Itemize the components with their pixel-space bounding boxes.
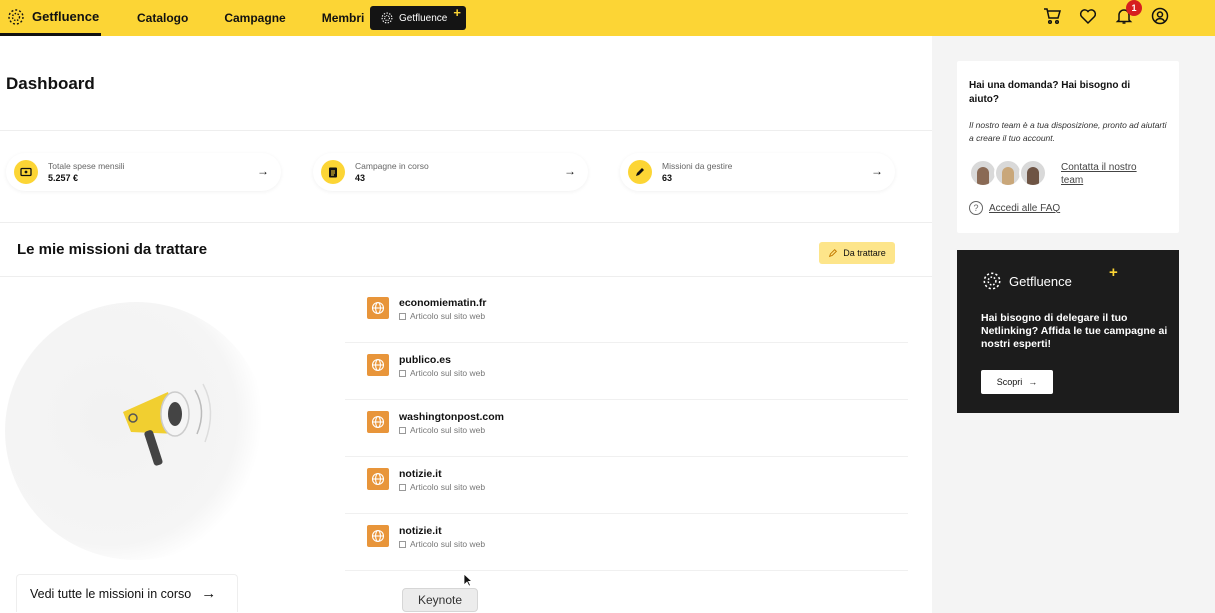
brand-name: Getfluence [32,9,100,24]
stat-value: 5.257 € [48,173,79,183]
article-icon [399,312,406,320]
avatar [1019,159,1047,187]
section-title: Le mie missioni da trattare [17,241,208,258]
main-content: Dashboard Totale spese mensili 5.257 € →… [0,36,932,613]
contact-team-link[interactable]: Contatta il nostro team [1061,161,1161,187]
money-icon [14,160,38,184]
mission-row[interactable]: publico.es Articolo sul sito web [345,344,908,400]
plus-symbol: + [453,5,461,20]
pencil-icon [829,248,838,258]
mission-type: Articolo sul sito web [410,482,486,492]
help-card: Hai una domanda? Hai bisogno di aiuto? I… [957,61,1179,233]
top-navbar: Getfluence Catalogo Campagne Membri Getf… [0,0,1215,36]
stat-value: 43 [355,173,366,183]
globe-icon [367,468,389,490]
mission-domain: notizie.it [399,525,442,537]
mouse-cursor-icon [463,573,473,587]
promo-plus-symbol: + [1109,264,1118,281]
stat-label: Missioni da gestire [662,161,733,171]
mission-type: Articolo sul sito web [410,539,486,549]
stat-label: Totale spese mensili [48,161,125,171]
megaphone-illustration [5,302,267,560]
team-avatars [969,159,1047,187]
right-sidebar: Hai una domanda? Hai bisogno di aiuto? I… [932,36,1215,613]
filter-label: Da trattare [843,248,886,258]
mission-row[interactable]: notizie.it Articolo sul sito web [345,458,908,514]
arrow-right-icon: → [564,164,576,178]
mission-row[interactable]: economiematin.fr Articolo sul sito web [345,287,908,343]
mission-type: Articolo sul sito web [410,425,486,435]
mission-domain: notizie.it [399,468,442,480]
article-icon [399,426,406,434]
faq-label: Accedi alle FAQ [989,202,1061,214]
mission-domain: washingtonpost.com [399,411,504,423]
question-icon: ? [969,201,983,215]
bell-icon[interactable]: 1 [1115,0,1142,25]
getfluence-logo-icon [8,8,24,25]
nav-catalogo[interactable]: Catalogo [137,11,188,25]
mission-row[interactable]: notizie.it Articolo sul sito web [345,515,908,571]
brand-logo[interactable]: Getfluence [0,0,101,36]
page-title: Dashboard [6,74,95,93]
stat-card-active-campaigns[interactable]: Campagne in corso 43 → [313,153,588,191]
globe-icon [367,525,389,547]
promo-brand-name: Getfluence [1009,273,1072,289]
globe-icon [367,354,389,376]
globe-icon [367,297,389,319]
discover-label: Scopri [996,377,1023,387]
help-title: Hai una domanda? Hai bisogno di aiuto? [969,80,1131,105]
article-icon [399,369,406,377]
avatar [994,159,1022,187]
notification-badge: 1 [1126,0,1142,16]
nav-campagne[interactable]: Campagne [224,11,285,25]
faq-link[interactable]: ? Accedi alle FAQ [969,201,1060,215]
stat-card-monthly-spend[interactable]: Totale spese mensili 5.257 € → [6,153,281,191]
getfluence-logo-icon [381,12,393,24]
arrow-right-icon: → [1028,377,1038,387]
promo-text: Hai bisogno di delegare il tuo Netlinkin… [981,312,1168,350]
article-icon [399,483,406,491]
clipboard-icon [321,160,345,184]
arrow-right-icon: → [257,164,269,178]
pencil-icon [628,160,652,184]
divider [0,222,932,223]
globe-icon [367,411,389,433]
mission-domain: publico.es [399,354,451,366]
mission-type: Articolo sul sito web [410,311,486,321]
getfluence-plus-button[interactable]: Getfluence + [370,5,466,30]
divider [0,130,932,131]
heart-icon[interactable] [1079,7,1097,25]
filter-to-handle-badge[interactable]: Da trattare [819,242,895,264]
discover-button[interactable]: Scopri → [981,370,1053,394]
mission-domain: economiematin.fr [399,297,487,309]
help-text: Il nostro team è a tua disposizione, pro… [969,120,1167,143]
nav-membri[interactable]: Membri [322,11,365,25]
stat-value: 63 [662,173,673,183]
stat-card-missions-to-manage[interactable]: Missioni da gestire 63 → [620,153,895,191]
stat-label: Campagne in corso [355,161,429,171]
see-all-missions-button[interactable]: Vedi tutte le missioni in corso → [16,574,238,612]
plus-button-label: Getfluence [399,12,448,24]
article-icon [399,540,406,548]
megaphone-icon [123,383,212,466]
divider [0,276,932,277]
mission-row[interactable]: washingtonpost.com Articolo sul sito web [345,401,908,457]
arrow-right-icon: → [201,585,217,602]
keynote-tooltip: Keynote [402,588,478,612]
avatar [969,159,997,187]
mission-type: Articolo sul sito web [410,368,486,378]
cart-icon[interactable] [1043,7,1061,25]
getfluence-plus-promo: Getfluence + Hai bisogno di delegare il … [957,250,1179,413]
see-all-label: Vedi tutte le missioni in corso [30,586,192,601]
user-account-icon[interactable] [1151,7,1169,25]
getfluence-logo-icon [983,272,1001,290]
arrow-right-icon: → [871,164,883,178]
